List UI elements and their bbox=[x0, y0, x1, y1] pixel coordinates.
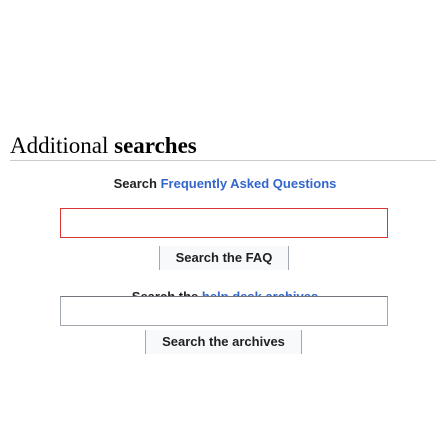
section-heading-text: Additional bbox=[10, 133, 115, 158]
search-faq-button[interactable]: Search the FAQ bbox=[159, 246, 289, 270]
faq-label-prefix: Search bbox=[113, 176, 161, 191]
section-heading: Additional searches bbox=[10, 132, 436, 161]
faq-link[interactable]: Frequently Asked Questions bbox=[161, 176, 337, 191]
faq-search-label: Search Frequently Asked Questions bbox=[60, 176, 390, 192]
archives-search-input[interactable] bbox=[60, 296, 388, 326]
faq-search-input[interactable] bbox=[60, 208, 388, 238]
search-archives-button[interactable]: Search the archives bbox=[145, 330, 302, 354]
section-heading-bold-text: searches bbox=[114, 133, 197, 158]
